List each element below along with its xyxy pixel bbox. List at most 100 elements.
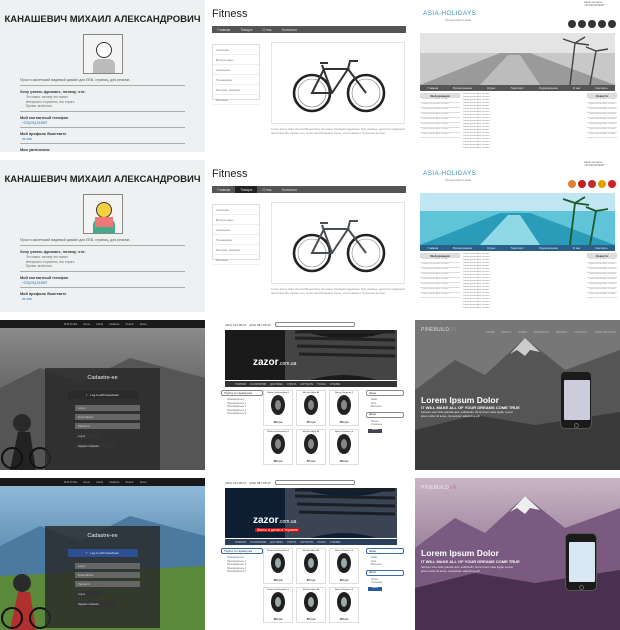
zazor-tile-gray[interactable]: (044) 123-45-67 · (044) 987-65-43 zazor.… xyxy=(213,320,408,470)
top-link[interactable]: About xyxy=(140,320,147,328)
nav-item[interactable]: ABOUT xyxy=(501,488,511,492)
nav-item[interactable]: CONTACT xyxy=(574,488,587,492)
sidebar-item[interactable]: Колёсики xyxy=(213,205,259,215)
nav-item[interactable]: CONTACT xyxy=(574,330,587,334)
login-button[interactable]: Log-in xyxy=(75,591,101,597)
nav-item[interactable]: HOME xyxy=(486,330,494,334)
nav-item[interactable]: Товары xyxy=(235,186,258,193)
sidebar-item[interactable]: Колёсики xyxy=(213,45,259,55)
register-button[interactable]: Register Cadastre xyxy=(75,601,115,607)
top-link[interactable]: Search xyxy=(126,320,134,328)
flag-icon[interactable] xyxy=(608,20,616,28)
nav-item[interactable]: О нас xyxy=(257,186,276,193)
nav-item[interactable]: ОТЗЫВЫ xyxy=(330,381,341,387)
top-link[interactable]: Search xyxy=(126,478,134,486)
nav-item[interactable]: DEAD OR ALIVE xyxy=(595,330,616,334)
nav-item[interactable]: Отдых xyxy=(487,85,495,91)
flag-icon[interactable] xyxy=(578,180,586,188)
fitness-tile-color[interactable]: Fitness Главная Товары О нас Контакты Ко… xyxy=(209,160,410,312)
facebook-login-button[interactable]: f Log in with Facebook xyxy=(67,549,138,557)
nav-item[interactable]: WORK xyxy=(518,488,527,492)
sidebar-item[interactable]: Самокаты xyxy=(213,65,259,75)
filter-item[interactable]: Стальные xyxy=(366,423,404,427)
email-field[interactable]: Email Adress xyxy=(75,572,140,578)
cadastre-tile-color[interactable]: Мой Profile Home Cards Cadastre Search A… xyxy=(0,478,205,630)
nav-item[interactable]: Контакты xyxy=(277,26,302,33)
nav-item[interactable]: Контакты xyxy=(595,245,607,251)
pinebuilder-tile-color[interactable]: PINEBUILDER HOME ABOUT WORK PROJECTS PRI… xyxy=(415,478,620,630)
nav-item[interactable]: HOME xyxy=(486,488,494,492)
sidebar-item[interactable]: Тренажёры xyxy=(213,75,259,85)
nav-item[interactable]: ДОСТАВКА xyxy=(270,539,283,545)
flag-icon[interactable] xyxy=(588,180,596,188)
nav-item[interactable]: Контакты xyxy=(277,186,302,193)
sidebar-item[interactable]: Велосипеды xyxy=(213,55,259,65)
login-button[interactable]: Log-in xyxy=(75,433,101,439)
flag-icon[interactable] xyxy=(598,180,606,188)
nav-item[interactable]: Транспорт xyxy=(510,245,523,251)
nav-item[interactable]: Отдых xyxy=(487,245,495,251)
top-link[interactable]: Cards xyxy=(96,320,103,328)
filter-heading[interactable]: Шины xyxy=(366,390,404,396)
password-field[interactable]: Password xyxy=(75,423,140,429)
nav-item[interactable]: Оздоровление xyxy=(539,245,558,251)
product-card[interactable]: Nokian Hakkapeliitta 8 980 грн xyxy=(263,390,293,426)
nav-item[interactable]: Оздоровление xyxy=(539,85,558,91)
top-link[interactable]: Мой Profile xyxy=(64,320,77,328)
product-card[interactable]: Nokian Hakkapeliitta 8 980 грн xyxy=(263,587,293,623)
asia-tile-color[interactable]: ASIA-HOLIDAYS Путешествуй по Азии Наши к… xyxy=(415,160,620,312)
product-card[interactable]: Nokian Nordman 4 659 грн xyxy=(329,429,359,465)
login-field[interactable]: Log-in xyxy=(75,563,140,569)
nav-item[interactable]: PROJECTS xyxy=(534,488,549,492)
nav-item[interactable]: КОНТАКТЫ xyxy=(300,381,313,387)
resume-profile-link[interactable]: vk.com xyxy=(22,297,205,301)
nav-item[interactable]: ГЛАВНАЯ xyxy=(235,381,246,387)
flag-icon[interactable] xyxy=(568,20,576,28)
search-input[interactable] xyxy=(274,322,355,327)
facebook-login-button[interactable]: f Log in with Facebook xyxy=(67,391,138,399)
nav-item[interactable]: О нас xyxy=(573,85,580,91)
nav-item[interactable]: ГЛАВНАЯ xyxy=(235,539,246,545)
nav-item[interactable]: PRICING xyxy=(556,330,568,334)
resume-profile-link[interactable]: vk.com xyxy=(22,137,205,141)
filter-item[interactable]: Производитель 5 xyxy=(221,570,263,574)
product-card[interactable]: Nokian Hakkapeliitta 8 980 грн xyxy=(263,429,293,465)
nav-item[interactable]: Главная xyxy=(212,186,235,193)
resume-tile-gray[interactable]: КАНАШЕВИЧ МИХАИЛ АЛЕКСАНДРОВИЧ Просто ма… xyxy=(0,0,205,152)
top-link[interactable]: About xyxy=(140,478,147,486)
flag-icon[interactable] xyxy=(568,180,576,188)
nav-item[interactable]: О КОМПАНИИ xyxy=(250,539,266,545)
fitness-tile-gray[interactable]: Fitness Главная Товары О нас Контакты Ко… xyxy=(209,0,410,152)
nav-item[interactable]: ОТЗЫВЫ xyxy=(330,539,341,545)
filter-heading[interactable]: Подбор по параметрам xyxy=(221,390,263,396)
filter-item[interactable]: Стальные xyxy=(366,581,404,585)
nav-item[interactable]: О КОМПАНИИ xyxy=(250,381,266,387)
nav-item[interactable]: ABOUT xyxy=(501,330,511,334)
top-link[interactable]: Cards xyxy=(96,478,103,486)
nav-item[interactable]: ОПЛАТА xyxy=(287,381,297,387)
nav-item[interactable]: PRICING xyxy=(556,488,568,492)
top-link[interactable]: Home xyxy=(83,478,90,486)
product-card[interactable]: Michelin Alpin A4 875 грн xyxy=(296,429,326,465)
sidebar-item[interactable]: Тренажёры xyxy=(213,235,259,245)
flag-icon[interactable] xyxy=(608,180,616,188)
nav-item[interactable]: Транспорт xyxy=(510,85,523,91)
flag-icon[interactable] xyxy=(598,20,606,28)
nav-item[interactable]: ДОСТАВКА xyxy=(270,381,283,387)
product-card[interactable]: Michelin Alpin A4 875 грн xyxy=(296,548,326,584)
product-card[interactable]: Nokian Nordman 4 659 грн xyxy=(329,390,359,426)
product-card[interactable]: Nokian Hakkapeliitta 8 980 грн xyxy=(263,548,293,584)
nav-item[interactable]: КОНТАКТЫ xyxy=(300,539,313,545)
nav-item[interactable]: ПОИСК xyxy=(317,539,325,545)
sidebar-item[interactable]: Беговые дорожки xyxy=(213,245,259,255)
search-button[interactable]: Найти xyxy=(368,586,382,591)
nav-item[interactable]: ОПЛАТА xyxy=(287,539,297,545)
login-field[interactable]: Log-in xyxy=(75,405,140,411)
product-card[interactable]: Nokian Nordman 4 659 грн xyxy=(329,548,359,584)
asia-tile-gray[interactable]: ASIA-HOLIDAYS Путешествуй по Азии Наши к… xyxy=(415,0,620,152)
search-button[interactable]: Найти xyxy=(368,428,382,433)
register-button[interactable]: Register Cadastre xyxy=(75,443,115,449)
product-card[interactable]: Michelin Alpin A4 875 грн xyxy=(296,587,326,623)
nav-item[interactable]: О нас xyxy=(573,245,580,251)
pinebuilder-tile-gray[interactable]: PINEBUILDER HOME ABOUT WORK PROJECTS PRI… xyxy=(415,320,620,470)
